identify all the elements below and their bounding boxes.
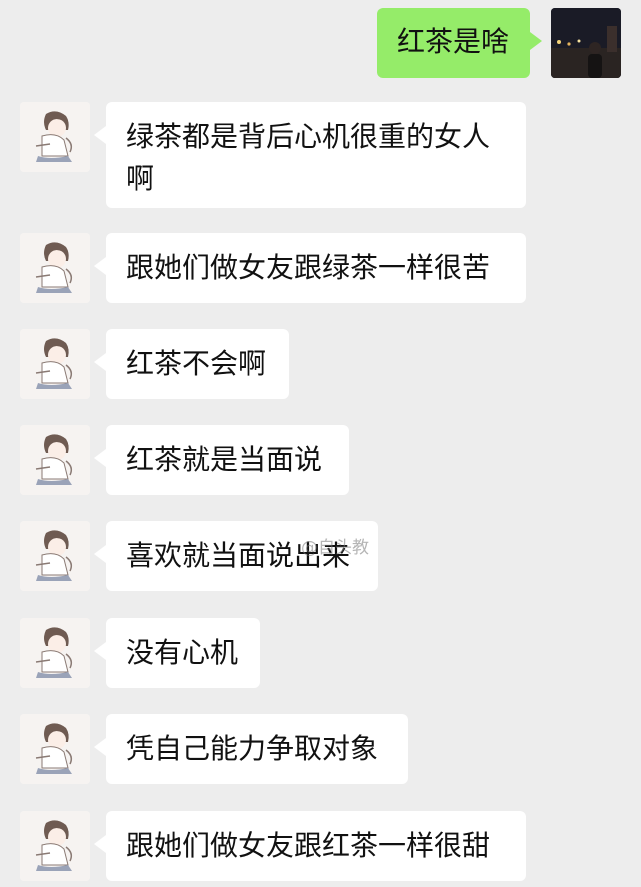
incoming-message-row: 红茶不会啊 (0, 329, 641, 399)
cartoon-boy-avatar-icon[interactable] (20, 618, 90, 688)
incoming-message-row: 没有心机 (0, 618, 641, 688)
incoming-message-bubble[interactable]: 跟她们做女友跟红茶一样很甜 (94, 811, 526, 881)
incoming-message-row: 跟她们做女友跟绿茶一样很苦 (0, 233, 641, 303)
incoming-message-row: 跟她们做女友跟红茶一样很甜 (0, 811, 641, 881)
cartoon-boy-avatar-icon[interactable] (20, 102, 90, 172)
cartoon-boy-avatar-icon[interactable] (20, 425, 90, 495)
outgoing-message-bubble[interactable]: 红茶是啥 (377, 8, 542, 78)
outgoing-message-row: 红茶是啥 (0, 8, 641, 80)
cartoon-boy-avatar-icon[interactable] (20, 521, 90, 591)
cartoon-boy-avatar-icon[interactable] (20, 233, 90, 303)
incoming-message-bubble[interactable]: 红茶不会啊 (94, 329, 289, 399)
incoming-message-bubble[interactable]: 跟她们做女友跟绿茶一样很苦 (94, 233, 526, 303)
incoming-message-bubble[interactable]: 红茶就是当面说 (94, 425, 349, 495)
incoming-message-row: 凭自己能力争取对象 (0, 714, 641, 784)
weibo-watermark: @自头教 (301, 538, 369, 558)
incoming-message-bubble[interactable]: 凭自己能力争取对象 (94, 714, 408, 784)
night-street-photo-avatar-icon[interactable] (551, 8, 621, 78)
cartoon-boy-avatar-icon[interactable] (20, 811, 90, 881)
incoming-message-bubble[interactable]: 没有心机 (94, 618, 260, 688)
incoming-message-row: 绿茶都是背后心机很重的女人 啊 (0, 102, 641, 208)
cartoon-boy-avatar-icon[interactable] (20, 714, 90, 784)
incoming-message-bubble[interactable]: 绿茶都是背后心机很重的女人 啊 (94, 102, 526, 208)
incoming-message-row: 红茶就是当面说 (0, 425, 641, 495)
cartoon-boy-avatar-icon[interactable] (20, 329, 90, 399)
